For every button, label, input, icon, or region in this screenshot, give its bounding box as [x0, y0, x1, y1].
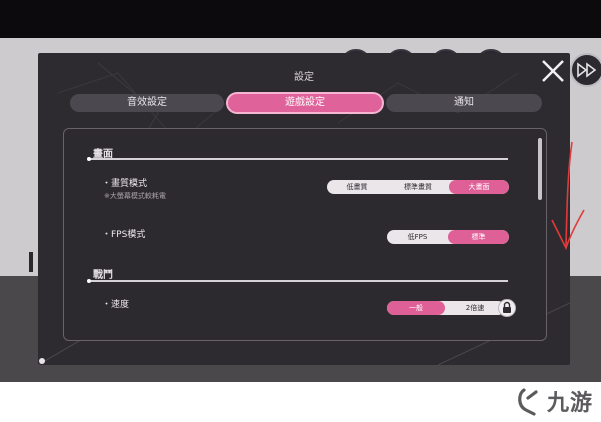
fps-mode-label: ・FPS模式 [102, 230, 146, 240]
fast-forward-button[interactable] [570, 53, 601, 87]
quality-option-low[interactable]: 低畫質 [327, 180, 387, 194]
settings-tabs: 音效設定 遊戲設定 通知 [70, 94, 542, 112]
annotation-arrow-icon [551, 141, 585, 251]
panel-scrollbar[interactable] [538, 138, 542, 200]
quality-mode-selector: 低畫質 標準畫質 大畫面 [327, 180, 509, 194]
quality-mode-note: ※大螢幕模式較耗電 [104, 192, 166, 200]
speed-label: ・速度 [102, 300, 130, 310]
fps-option-standard[interactable]: 標準 [448, 230, 509, 244]
divider-dot [87, 157, 91, 161]
lock-icon [498, 299, 516, 317]
fps-mode-selector: 低FPS 標準 [387, 230, 509, 244]
fast-forward-icon [577, 62, 597, 78]
speed-option-double[interactable]: 2倍速 [445, 301, 505, 315]
tab-notifications[interactable]: 通知 [386, 94, 542, 112]
quality-mode-label: ・畫質模式 [102, 179, 148, 189]
speed-option-normal[interactable]: 一般 [387, 301, 445, 315]
quality-option-large[interactable]: 大畫面 [449, 180, 509, 194]
quality-option-standard[interactable]: 標準畫質 [387, 180, 449, 194]
divider-dot [87, 279, 91, 283]
section-divider [90, 158, 508, 160]
dialog-title: 設定 [294, 72, 314, 83]
section-divider [90, 280, 508, 282]
edge-bracket-icon [29, 252, 33, 272]
speed-selector: 一般 2倍速 [387, 301, 505, 315]
tab-game-settings[interactable]: 遊戲設定 [228, 94, 382, 112]
section-title-battle: 戰鬥 [93, 270, 113, 281]
tab-sound-settings[interactable]: 音效設定 [70, 94, 224, 112]
fps-option-low[interactable]: 低FPS [387, 230, 448, 244]
watermark-text: 九游 [547, 391, 594, 416]
close-icon[interactable] [538, 56, 568, 86]
top-backdrop [0, 0, 601, 38]
